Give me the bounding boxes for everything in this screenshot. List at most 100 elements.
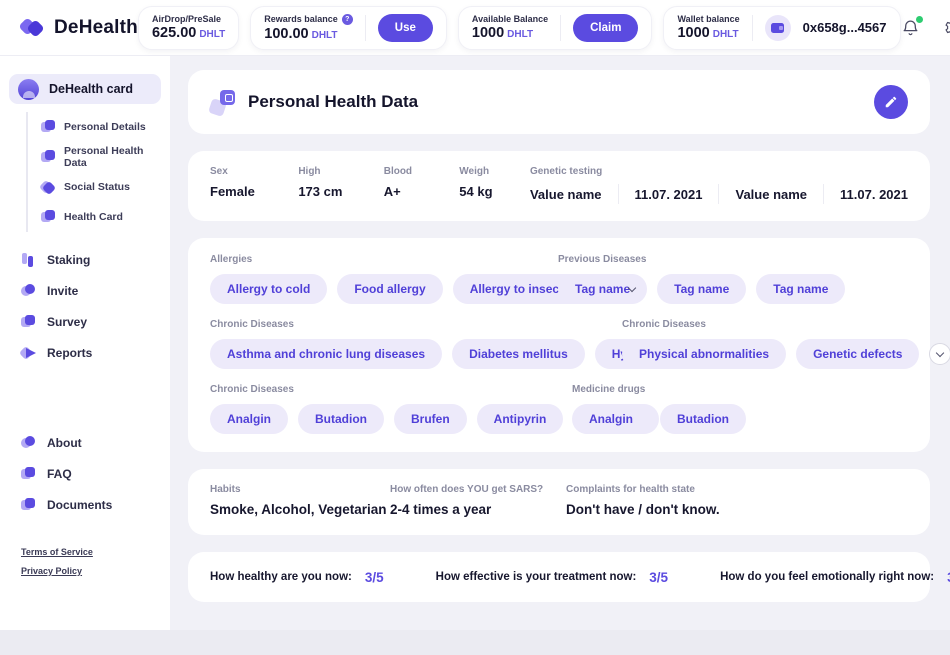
page-title: Personal Health Data bbox=[248, 92, 418, 112]
sidebar-item-reports[interactable]: Reports bbox=[9, 339, 161, 367]
wallet-amount: 1000 bbox=[677, 25, 709, 41]
tag: Allergy to cold bbox=[210, 274, 327, 304]
field-weigh: Weigh 54 kg bbox=[459, 166, 530, 199]
tag-row-3: Chronic Diseases Analgin Butadion Brufen… bbox=[210, 384, 908, 434]
airdrop-amount: 625.00 bbox=[152, 25, 196, 41]
sidebar-nav: Staking Invite Survey Reports bbox=[9, 246, 161, 367]
group-chronic-diseases-3: Chronic Diseases Analgin Butadion Brufen… bbox=[210, 384, 572, 434]
tag: Diabetes mellitus bbox=[452, 339, 585, 369]
rewards-label: Rewards balance? bbox=[264, 14, 353, 25]
use-button[interactable]: Use bbox=[378, 14, 433, 42]
logo-text: DeHealth bbox=[54, 17, 138, 39]
sidebar-item-about[interactable]: About bbox=[9, 429, 161, 457]
group-chronic-diseases-2: Chronic Diseases Physical abnormalities … bbox=[622, 319, 950, 369]
dehealth-logo[interactable]: DeHealth bbox=[20, 16, 138, 40]
info-icon[interactable]: ? bbox=[342, 14, 353, 25]
group-label: Chronic Diseases bbox=[210, 384, 572, 395]
staking-icon bbox=[21, 253, 35, 267]
airdrop-currency: DHLT bbox=[199, 29, 225, 40]
diseases-card: Allergies Allergy to cold Food allergy A… bbox=[188, 238, 930, 452]
social-status-icon bbox=[41, 180, 55, 194]
sidebar-item-personal-health-data[interactable]: Personal Health Data bbox=[41, 144, 161, 170]
navitem-label: Survey bbox=[47, 315, 87, 329]
dehealth-logo-icon bbox=[20, 16, 46, 40]
field-value: A+ bbox=[384, 184, 460, 199]
pencil-icon bbox=[884, 95, 898, 109]
field-label: High bbox=[298, 166, 383, 177]
rewards-label-text: Rewards balance bbox=[264, 14, 338, 24]
field-value: 2-4 times a year bbox=[390, 502, 566, 517]
sidebar-secondary-nav: About FAQ Documents bbox=[9, 429, 161, 519]
divider bbox=[718, 184, 719, 204]
sidebar-item-social-status[interactable]: Social Status bbox=[41, 174, 161, 200]
terms-of-service-link[interactable]: Terms of Service bbox=[21, 547, 161, 557]
group-medicine-drugs: Medicine drugs Analgin Butadion bbox=[572, 384, 746, 434]
sidebar-item-health-card[interactable]: Health Card bbox=[41, 204, 161, 230]
personal-health-data-icon bbox=[41, 150, 55, 164]
field-label: Sex bbox=[210, 166, 298, 177]
sidebar: DeHealth card Personal Details Personal … bbox=[0, 56, 170, 630]
field-label: Genetic testing bbox=[530, 166, 908, 177]
field-sex: Sex Female bbox=[210, 166, 298, 199]
expand-chronic-diseases-button[interactable] bbox=[929, 343, 950, 365]
dehealth-card-icon bbox=[18, 79, 39, 100]
tag: Analgin bbox=[572, 404, 650, 434]
score-value: 3/5 bbox=[649, 570, 668, 585]
wallet-value: 1000DHLT bbox=[677, 25, 739, 41]
pill-divider bbox=[365, 15, 366, 41]
score-emotional: How do you feel emotionally right now: 3… bbox=[720, 570, 950, 585]
wallet-address[interactable]: 0x658g...4567 bbox=[803, 20, 887, 35]
genetic-date: 11.07. 2021 bbox=[635, 187, 703, 202]
sidebar-item-documents[interactable]: Documents bbox=[9, 491, 161, 519]
notifications-bell-icon[interactable] bbox=[901, 18, 920, 37]
genetic-value-name: Value name bbox=[530, 187, 602, 202]
edit-button[interactable] bbox=[874, 85, 908, 119]
claim-button[interactable]: Claim bbox=[573, 14, 638, 42]
wallet-balance-pill: Wallet balance 1000DHLT 0x658g...4567 bbox=[663, 6, 900, 50]
about-icon bbox=[21, 436, 35, 450]
taglist: Analgin Butadion bbox=[572, 404, 746, 434]
tag: Food allergy bbox=[337, 274, 442, 304]
field-label: Complaints for health state bbox=[566, 484, 720, 495]
settings-gear-icon[interactable] bbox=[944, 18, 950, 37]
genetic-entries: Value name 11.07. 2021 Value name 11.07.… bbox=[530, 184, 908, 204]
airdrop-value: 625.00DHLT bbox=[152, 25, 225, 41]
sidebar-item-dehealth-card[interactable]: DeHealth card bbox=[9, 74, 161, 104]
sidebar-item-survey[interactable]: Survey bbox=[9, 308, 161, 336]
sidebar-item-invite[interactable]: Invite bbox=[9, 277, 161, 305]
available-label: Available Balance bbox=[472, 14, 548, 24]
tag: Antipyrin bbox=[477, 404, 564, 434]
taglist: Physical abnormalities Genetic defects bbox=[622, 339, 950, 369]
subitem-label: Health Card bbox=[64, 211, 123, 223]
main-content: Personal Health Data Sex Female High 173… bbox=[170, 56, 950, 655]
sidebar-item-personal-details[interactable]: Personal Details bbox=[41, 114, 161, 140]
taglist: Tag name Tag name Tag name bbox=[558, 274, 845, 304]
personal-details-icon bbox=[41, 120, 55, 134]
wallet-label: Wallet balance bbox=[677, 14, 739, 24]
taglist: Asthma and chronic lung diseases Diabete… bbox=[210, 339, 622, 369]
wallet-icon bbox=[765, 15, 791, 41]
field-habits: Habits Smoke, Alcohol, Vegetarian bbox=[210, 484, 390, 517]
airdrop-label: AirDrop/PreSale bbox=[152, 14, 225, 24]
sidebar-item-staking[interactable]: Staking bbox=[9, 246, 161, 274]
field-value: Don't have / don't know. bbox=[566, 502, 720, 517]
pill-divider bbox=[560, 15, 561, 41]
group-allergies: Allergies Allergy to cold Food allergy A… bbox=[210, 254, 558, 304]
sidebar-item-faq[interactable]: FAQ bbox=[9, 460, 161, 488]
page-title-card: Personal Health Data bbox=[188, 70, 930, 134]
tag-row-2: Chronic Diseases Asthma and chronic lung… bbox=[210, 319, 908, 369]
balance-pills: AirDrop/PreSale 625.00DHLT Rewards balan… bbox=[138, 6, 901, 50]
divider bbox=[823, 184, 824, 204]
group-label: Allergies bbox=[210, 254, 558, 265]
field-complaints: Complaints for health state Don't have /… bbox=[566, 484, 720, 517]
sidebar-subnav: Personal Details Personal Health Data So… bbox=[26, 112, 161, 232]
group-label: Chronic Diseases bbox=[210, 319, 622, 330]
field-sars-frequency: How often does YOU get SARS? 2-4 times a… bbox=[390, 484, 566, 517]
available-currency: DHLT bbox=[507, 29, 533, 40]
privacy-policy-link[interactable]: Privacy Policy bbox=[21, 566, 161, 576]
header-icons bbox=[901, 18, 950, 37]
field-value: 54 kg bbox=[459, 184, 530, 199]
field-genetic-testing: Genetic testing Value name 11.07. 2021 V… bbox=[530, 166, 908, 204]
available-balance-pill: Available Balance 1000DHLT Claim bbox=[458, 6, 653, 50]
sidebar-footer-links: Terms of Service Privacy Policy bbox=[21, 547, 161, 576]
